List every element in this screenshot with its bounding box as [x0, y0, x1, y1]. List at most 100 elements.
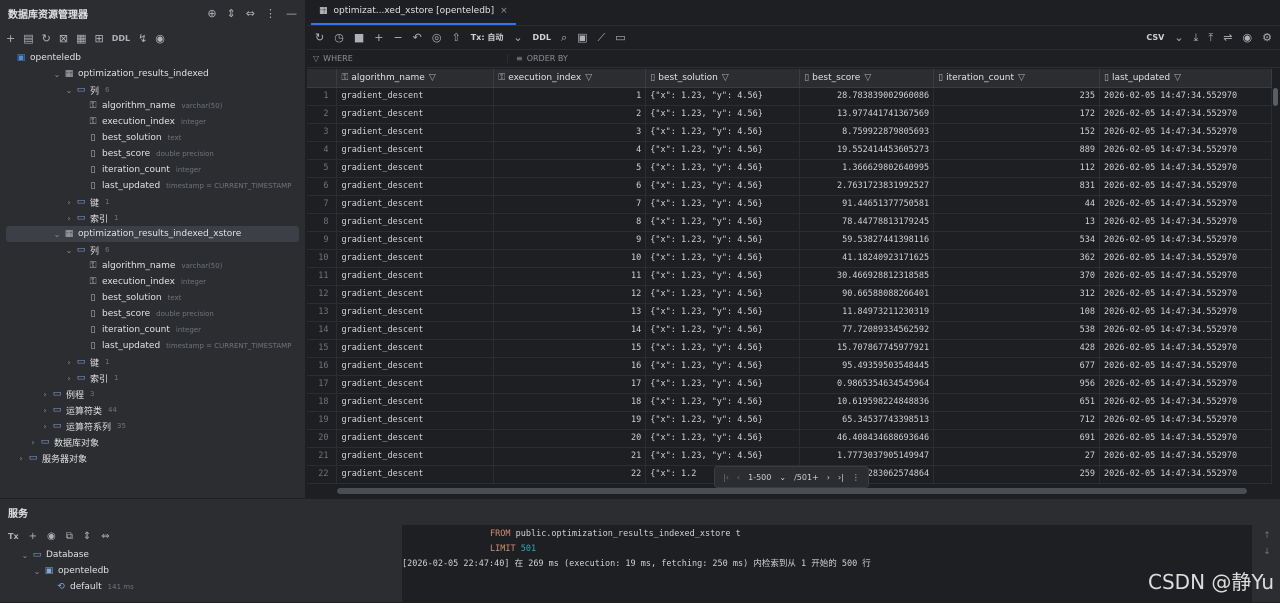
chevron-down-icon[interactable]: ⌄ [52, 70, 62, 79]
table-cell[interactable]: {"x": 1.23, "y": 4.56} [645, 429, 801, 448]
table-cell[interactable]: 2026-02-05 14:47:34.552970 [1099, 429, 1272, 448]
table-cell[interactable]: {"x": 1.23, "y": 4.56} [645, 303, 801, 322]
tree-node[interactable]: › ▭ 索引 1 [0, 370, 305, 386]
table-cell[interactable]: {"x": 1.23, "y": 4.56} [645, 285, 801, 304]
table-cell[interactable]: 78.44778813179245 [799, 213, 935, 232]
eye-icon[interactable]: ◉ [1243, 31, 1253, 44]
table-cell[interactable]: 12 [493, 285, 647, 304]
table-row[interactable]: 4 gradient_descent 4 {"x": 1.23, "y": 4.56}… [307, 141, 1272, 160]
table-cell[interactable]: 2026-02-05 14:47:34.552970 [1099, 411, 1272, 430]
table-cell[interactable]: 538 [933, 321, 1101, 340]
table-cell[interactable]: 3 [493, 123, 647, 142]
table-cell[interactable]: {"x": 1.23, "y": 4.56} [645, 231, 801, 250]
table-cell[interactable]: 152 [933, 123, 1101, 142]
table-cell[interactable]: gradient_descent [336, 159, 495, 178]
table-cell[interactable]: 22 [493, 465, 647, 484]
chevron-right-icon[interactable]: › [64, 358, 74, 367]
revert-icon[interactable]: ↶ [413, 31, 422, 44]
table-cell[interactable]: gradient_descent [336, 141, 495, 160]
close-icon[interactable]: × [500, 6, 508, 16]
expand-all-icon[interactable]: ⇕ [227, 7, 236, 20]
view-icon[interactable]: ◉ [47, 531, 56, 542]
filter-icon[interactable]: ▽ [1018, 73, 1025, 83]
add-icon[interactable]: + [6, 32, 15, 45]
chevron-right-icon[interactable]: › [40, 390, 50, 399]
tree-node[interactable]: ⌄ ▦ optimization_results_indexed [0, 66, 305, 82]
table-row[interactable]: 10 gradient_descent 10 {"x": 1.23, "y": 4.5… [307, 249, 1272, 268]
table-cell[interactable]: gradient_descent [336, 321, 495, 340]
table-cell[interactable]: 362 [933, 249, 1101, 268]
column-header-best-score[interactable]: ▯ best_score ▽ [799, 69, 935, 88]
grid-icon[interactable]: ⊞ [94, 32, 103, 45]
table-view-icon[interactable]: ▦ [76, 32, 86, 45]
tree-node[interactable]: ▯ iteration_count integer [0, 322, 305, 338]
table-cell[interactable]: 2026-02-05 14:47:34.552970 [1099, 339, 1272, 358]
refresh-icon[interactable]: ↻ [315, 31, 324, 44]
table-row[interactable]: 15 gradient_descent 15 {"x": 1.23, "y": 4.5… [307, 339, 1272, 358]
upload-icon[interactable]: ⤒ [1208, 31, 1213, 45]
table-cell[interactable]: gradient_descent [336, 393, 495, 412]
table-cell[interactable]: 0.9865354634545964 [799, 375, 935, 394]
table-cell[interactable]: 2026-02-05 14:47:34.552970 [1099, 267, 1272, 286]
table-cell[interactable]: 2.7631723831992527 [799, 177, 935, 196]
table-cell[interactable]: 1.7773037905149947 [799, 447, 935, 466]
chevron-down-icon[interactable]: ⌄ [64, 86, 74, 95]
tree-node[interactable]: ⌄ ▦ optimization_results_indexed_xstore [6, 226, 299, 242]
chevron-down-icon[interactable]: ⌄ [32, 567, 42, 576]
table-row[interactable]: 14 gradient_descent 14 {"x": 1.23, "y": 4.5… [307, 321, 1272, 340]
table-cell[interactable]: gradient_descent [336, 105, 495, 124]
table-cell[interactable]: 1 [493, 87, 647, 106]
table-row[interactable]: 11 gradient_descent 11 {"x": 1.23, "y": 4.5… [307, 267, 1272, 286]
table-cell[interactable]: 8.759922879805693 [799, 123, 935, 142]
where-filter[interactable]: ▽ WHERE [307, 54, 507, 63]
jump-icon[interactable]: ↯ [138, 32, 147, 45]
table-cell[interactable]: 4 [493, 141, 647, 160]
table-cell[interactable]: 2026-02-05 14:47:34.552970 [1099, 303, 1272, 322]
table-cell[interactable]: 65.34537743398513 [799, 411, 935, 430]
table-mode-icon[interactable]: ▣ [577, 31, 587, 44]
table-cell[interactable]: 13 [493, 303, 647, 322]
table-cell[interactable]: 691 [933, 429, 1101, 448]
add-row-icon[interactable]: + [374, 31, 383, 44]
table-cell[interactable]: gradient_descent [336, 177, 495, 196]
table-row[interactable]: 7 gradient_descent 7 {"x": 1.23, "y": 4.56}… [307, 195, 1272, 214]
table-cell[interactable]: {"x": 1.23, "y": 4.56} [645, 177, 801, 196]
table-cell[interactable]: {"x": 1.23, "y": 4.56} [645, 213, 801, 232]
tree-node[interactable]: ▯ last_updated timestamp = CURRENT_TIMESTA… [0, 338, 305, 354]
table-row[interactable]: 20 gradient_descent 20 {"x": 1.23, "y": 4.5… [307, 429, 1272, 448]
chevron-down-icon[interactable]: ⌄ [52, 230, 62, 239]
order-by-filter[interactable]: ≡ ORDER BY [507, 54, 568, 63]
table-cell[interactable]: 831 [933, 177, 1101, 196]
expand-all-icon[interactable]: ⇕ [83, 531, 91, 542]
table-cell[interactable]: gradient_descent [336, 231, 495, 250]
table-cell[interactable]: 2026-02-05 14:47:34.552970 [1099, 123, 1272, 142]
chevron-right-icon[interactable]: › [40, 406, 50, 415]
table-cell[interactable]: 889 [933, 141, 1101, 160]
column-header-execution-index[interactable]: ⚿ execution_index ▽ [493, 69, 647, 88]
table-cell[interactable]: 2026-02-05 14:47:34.552970 [1099, 213, 1272, 232]
search-icon[interactable]: ⌕ [561, 31, 567, 45]
table-row[interactable]: 3 gradient_descent 3 {"x": 1.23, "y": 4.56}… [307, 123, 1272, 142]
table-cell[interactable]: 90.66588088266401 [799, 285, 935, 304]
more-options-icon[interactable]: ⋮ [852, 473, 860, 482]
vertical-scrollbar[interactable] [1273, 88, 1278, 106]
table-cell[interactable]: 956 [933, 375, 1101, 394]
service-node[interactable]: ⌄ ▣ openteledb [0, 563, 400, 579]
chevron-right-icon[interactable]: › [28, 438, 38, 447]
table-row[interactable]: 13 gradient_descent 13 {"x": 1.23, "y": 4.5… [307, 303, 1272, 322]
table-row[interactable]: 2 gradient_descent 2 {"x": 1.23, "y": 4.56}… [307, 105, 1272, 124]
service-node[interactable]: ⟲ default 141 ms [0, 579, 400, 595]
table-cell[interactable]: gradient_descent [336, 87, 495, 106]
table-cell[interactable]: gradient_descent [336, 195, 495, 214]
table-cell[interactable]: {"x": 1.23, "y": 4.56} [645, 141, 801, 160]
chart-icon[interactable]: ⟋ [598, 31, 606, 45]
table-cell[interactable]: 19.552414453605273 [799, 141, 935, 160]
table-cell[interactable]: 2026-02-05 14:47:34.552970 [1099, 231, 1272, 250]
filter-icon[interactable]: ▽ [1174, 73, 1181, 83]
download-icon[interactable]: ⤓ [1194, 31, 1199, 45]
tree-node[interactable]: › ▭ 例程 3 [0, 386, 305, 402]
table-cell[interactable]: 312 [933, 285, 1101, 304]
view-icon[interactable]: ◉ [155, 32, 165, 45]
table-row[interactable]: 1 gradient_descent 1 {"x": 1.23, "y": 4.56}… [307, 87, 1272, 106]
horizontal-scrollbar[interactable] [337, 488, 1247, 494]
